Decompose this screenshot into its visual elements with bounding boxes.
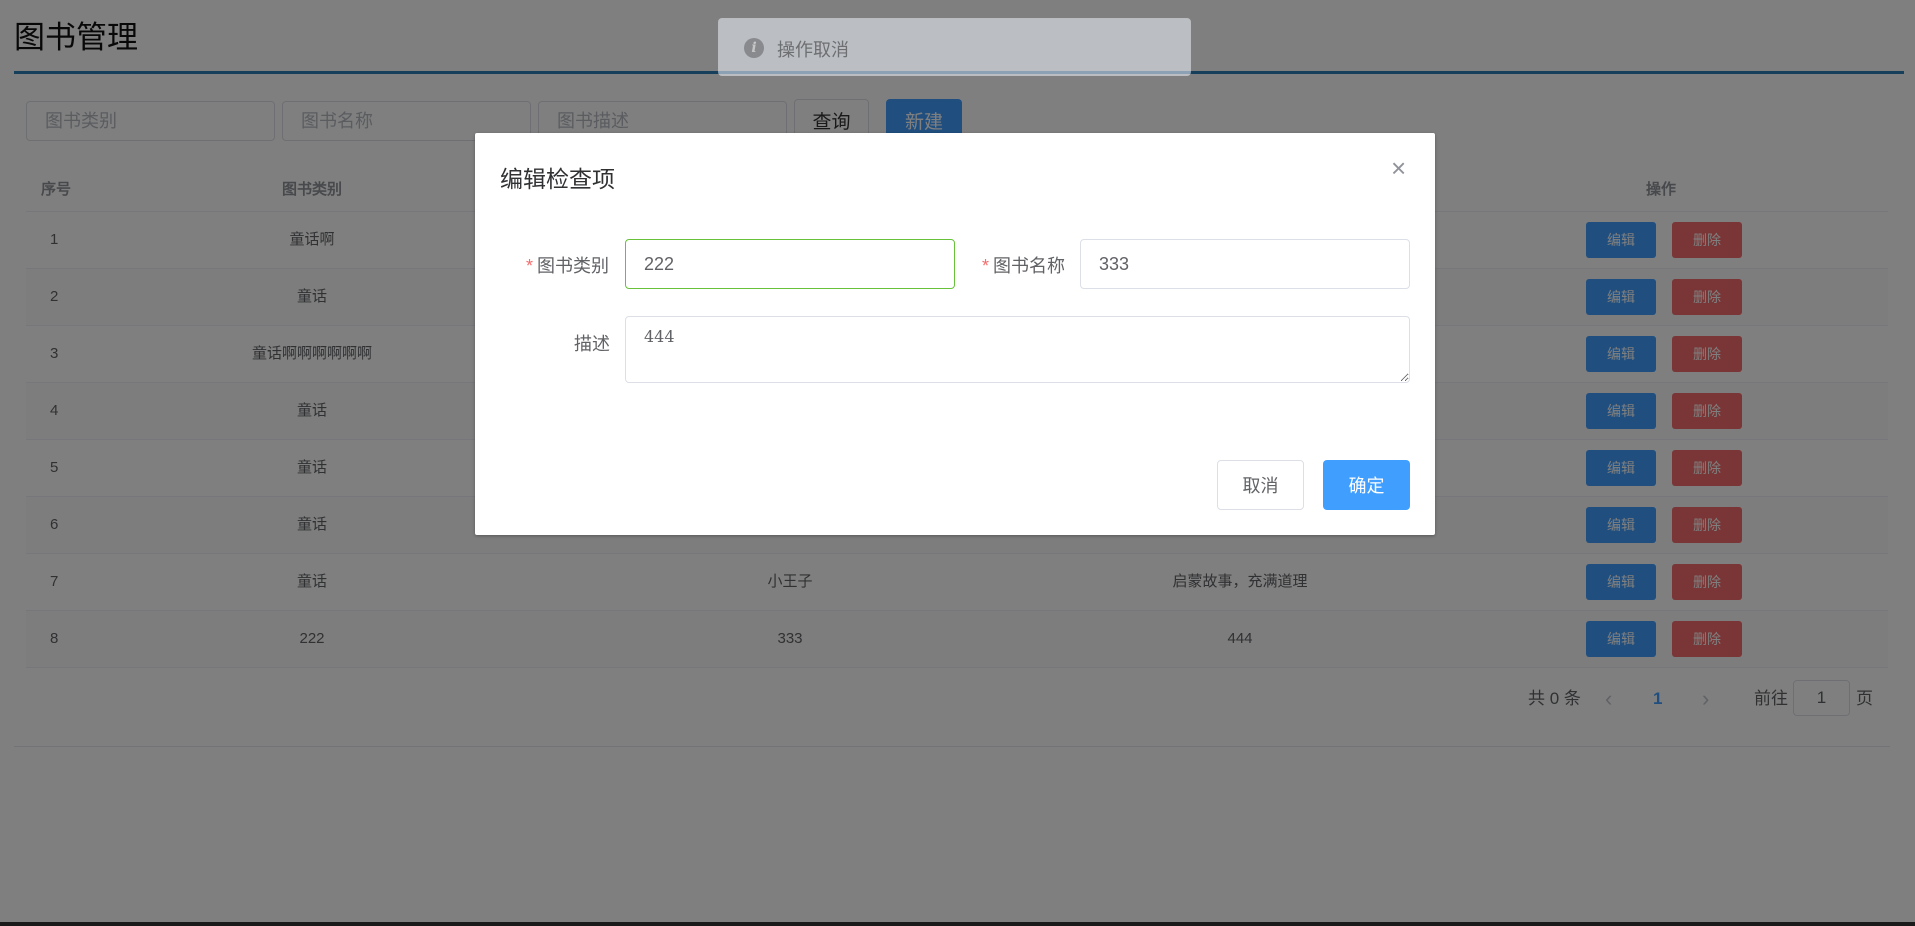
description-label: 描述 — [574, 334, 610, 354]
confirm-button[interactable]: 确定 — [1323, 460, 1410, 510]
name-label-text: 图书名称 — [993, 256, 1066, 276]
info-icon: i — [744, 38, 764, 58]
description-field[interactable]: 444 — [625, 316, 1410, 383]
category-label-text: 图书类别 — [537, 256, 610, 276]
category-field[interactable] — [625, 239, 955, 289]
message-toast: i 操作取消 — [718, 18, 1191, 76]
edit-dialog: 编辑检查项 × *图书类别 *图书名称 描述 444 取消 确定 — [475, 133, 1435, 535]
name-label: * 图书名称 — [982, 252, 1065, 278]
dialog-title: 编辑检查项 — [500, 166, 615, 192]
window-bottom-edge — [0, 922, 1915, 926]
required-mark: * — [526, 256, 534, 276]
category-label: * 图书类别 — [526, 252, 609, 278]
cancel-button[interactable]: 取消 — [1217, 460, 1304, 510]
toast-message: 操作取消 — [777, 40, 849, 60]
close-icon[interactable]: × — [1391, 155, 1406, 181]
name-field[interactable] — [1080, 239, 1410, 289]
required-mark: * — [982, 256, 990, 276]
